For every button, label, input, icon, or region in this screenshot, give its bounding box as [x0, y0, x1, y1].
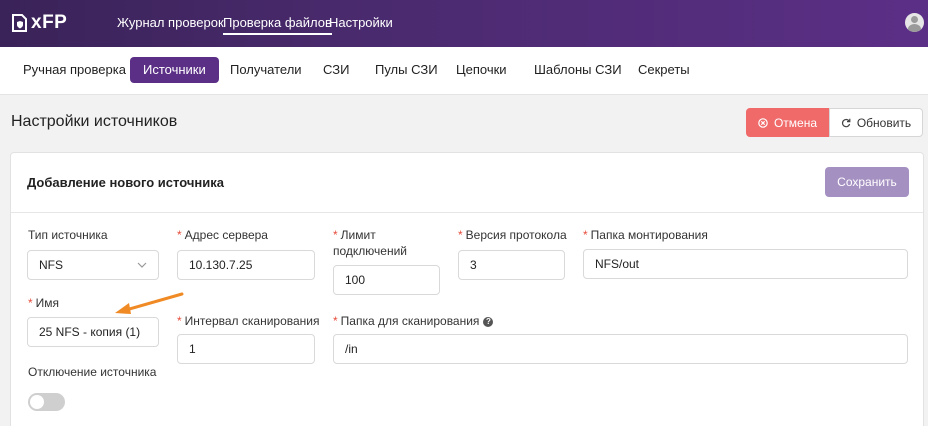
user-avatar-icon[interactable]: [905, 13, 924, 32]
scan-interval-label: * Интервал сканирования: [177, 314, 320, 328]
tab-secrets[interactable]: Секреты: [638, 57, 690, 83]
source-type-select[interactable]: NFS: [27, 250, 159, 280]
scan-interval-input[interactable]: 1: [177, 334, 315, 364]
card-title: Добавление нового источника: [27, 175, 224, 190]
cancel-label: Отмена: [773, 115, 818, 130]
server-address-input[interactable]: 10.130.7.25: [177, 250, 315, 280]
chevron-down-icon: [137, 262, 147, 268]
topnav-check-log[interactable]: Журнал проверок: [117, 15, 224, 30]
source-type-value: NFS: [39, 258, 63, 272]
source-type-label: Тип источника: [28, 228, 108, 242]
disable-source-label: Отключение источника: [28, 365, 157, 379]
tab-szi-pools[interactable]: Пулы СЗИ: [375, 57, 438, 83]
cancel-circle-icon: [758, 117, 768, 128]
cancel-button[interactable]: Отмена: [746, 108, 829, 137]
sub-nav: Ручная проверка Источники Получатели СЗИ…: [0, 47, 928, 95]
page-title: Настройки источников: [11, 113, 178, 130]
tab-chains[interactable]: Цепочки: [456, 57, 507, 83]
server-address-label: * Адрес сервера: [177, 228, 268, 242]
save-button[interactable]: Сохранить: [825, 167, 909, 197]
tab-sources[interactable]: Источники: [130, 57, 219, 83]
annotation-arrow-icon: [115, 292, 184, 314]
logo-text: xFP: [31, 12, 68, 33]
scan-folder-input[interactable]: /in: [333, 334, 908, 364]
name-input[interactable]: 25 NFS - копия (1): [27, 317, 159, 347]
tab-szi-templates[interactable]: Шаблоны СЗИ: [534, 57, 622, 83]
topnav-file-check[interactable]: Проверка файлов: [223, 15, 332, 35]
name-label: * Имя: [28, 296, 60, 310]
refresh-label: Обновить: [856, 115, 912, 130]
refresh-button[interactable]: Обновить: [829, 108, 923, 137]
connection-limit-input[interactable]: 100: [333, 265, 440, 295]
tab-manual-check[interactable]: Ручная проверка: [23, 57, 126, 83]
document-shield-icon: [12, 14, 27, 32]
mount-folder-label: * Папка монтирования: [583, 228, 708, 242]
top-bar: xFP Журнал проверок Проверка файлов Наст…: [0, 0, 928, 47]
card-header: Добавление нового источника Сохранить: [11, 153, 923, 213]
topnav-settings[interactable]: Настройки: [329, 15, 393, 30]
tab-szi[interactable]: СЗИ: [323, 57, 349, 83]
help-icon[interactable]: ?: [483, 317, 494, 327]
mount-folder-input[interactable]: NFS/out: [583, 249, 908, 279]
scan-folder-label: * Папка для сканирования?: [333, 313, 494, 329]
disable-source-toggle[interactable]: [28, 393, 65, 411]
tab-recipients[interactable]: Получатели: [230, 57, 302, 83]
app-logo[interactable]: xFP: [10, 12, 67, 34]
protocol-version-label: * Версия протокола: [458, 228, 567, 242]
protocol-version-input[interactable]: 3: [458, 250, 565, 280]
add-source-card: Добавление нового источника Сохранить: [10, 152, 924, 426]
connection-limit-label: * Лимит подключений: [333, 228, 407, 258]
refresh-icon: [841, 118, 851, 128]
